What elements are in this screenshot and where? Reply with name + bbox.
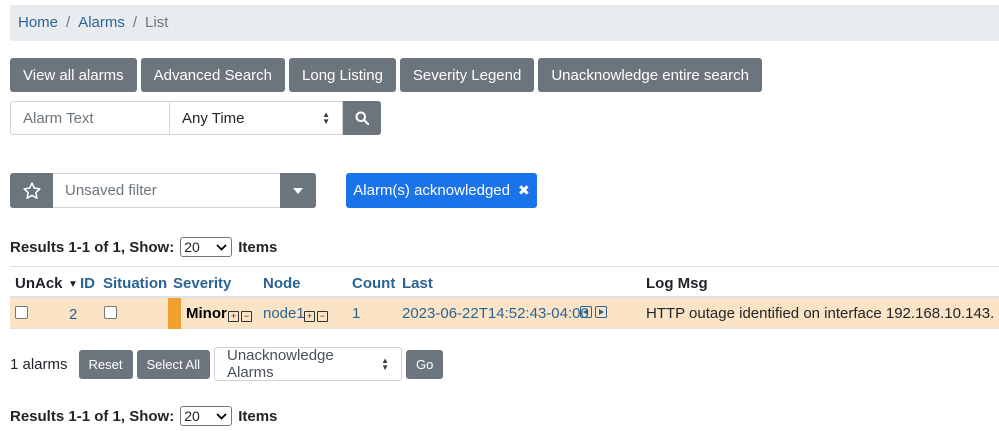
unacknowledge-entire-search-button[interactable]: Unacknowledge entire search bbox=[538, 58, 762, 92]
alarm-table: UnAck ▼ ID Situation Severity Node Count… bbox=[10, 266, 999, 329]
table-row: 2 Minor + − node1 + − 1 2023-06-22T14:52:4… bbox=[10, 298, 999, 329]
toolbar: View all alarms Advanced Search Long Lis… bbox=[10, 58, 762, 92]
results-suffix: Items bbox=[238, 407, 278, 425]
results-summary-top: Results 1-1 of 1, Show: 20 Items bbox=[10, 237, 277, 257]
after-filter-icon[interactable] bbox=[595, 306, 607, 318]
breadcrumb-separator: / bbox=[66, 14, 71, 31]
search-button[interactable] bbox=[343, 101, 381, 135]
advanced-search-button[interactable]: Advanced Search bbox=[140, 58, 286, 92]
severity-color-bar bbox=[168, 298, 181, 329]
col-id[interactable]: ID bbox=[80, 275, 95, 292]
alarm-count: 1 alarms bbox=[10, 355, 68, 373]
view-all-alarms-button[interactable]: View all alarms bbox=[10, 58, 137, 92]
breadcrumb: Home / Alarms / List bbox=[10, 5, 999, 41]
table-header: UnAck ▼ ID Situation Severity Node Count… bbox=[10, 266, 999, 298]
time-select[interactable]: Any Time ▲ ▼ bbox=[169, 101, 343, 135]
col-last[interactable]: Last bbox=[402, 275, 433, 292]
results-suffix: Items bbox=[238, 238, 278, 256]
breadcrumb-current: List bbox=[145, 14, 169, 31]
col-count[interactable]: Count bbox=[352, 275, 395, 292]
col-log-msg: Log Msg bbox=[646, 275, 708, 292]
bulk-action-select[interactable]: Unacknowledge Alarms ▲ ▼ bbox=[213, 347, 402, 381]
chevron-down-icon bbox=[216, 243, 227, 251]
col-unack: UnAck bbox=[15, 275, 63, 292]
plus-filter-icon[interactable]: + bbox=[228, 311, 239, 322]
col-node[interactable]: Node bbox=[263, 275, 301, 292]
page-size-value: 20 bbox=[184, 239, 200, 255]
time-select-value: Any Time bbox=[182, 109, 245, 127]
breadcrumb-separator: / bbox=[132, 14, 138, 31]
alarm-text-input[interactable]: Alarm Text bbox=[10, 101, 169, 135]
alarm-acknowledged-filter-chip[interactable]: Alarm(s) acknowledged ✖ bbox=[346, 173, 537, 208]
caret-down-icon bbox=[293, 187, 303, 194]
long-listing-button[interactable]: Long Listing bbox=[289, 58, 396, 92]
chevron-down-icon bbox=[216, 412, 227, 420]
plus-filter-icon[interactable]: + bbox=[304, 311, 315, 322]
results-summary-bottom: Results 1-1 of 1, Show: 20 Items bbox=[10, 406, 277, 426]
count-link[interactable]: 1 bbox=[352, 305, 360, 322]
severity-legend-button[interactable]: Severity Legend bbox=[399, 58, 535, 92]
sort-desc-icon: ▼ bbox=[68, 279, 78, 290]
alarm-id-link[interactable]: 2 bbox=[69, 306, 77, 323]
col-severity[interactable]: Severity bbox=[173, 275, 231, 292]
close-icon[interactable]: ✖ bbox=[518, 182, 530, 199]
bulk-actions: 1 alarms Reset Select All Unacknowledge … bbox=[10, 347, 444, 381]
search-row: Alarm Text Any Time ▲ ▼ bbox=[10, 101, 381, 135]
minus-filter-icon[interactable]: − bbox=[241, 311, 252, 322]
bulk-action-value: Unacknowledge Alarms bbox=[226, 347, 334, 381]
log-message: HTTP outage identified on interface 192.… bbox=[646, 305, 995, 322]
filter-dropdown-button[interactable] bbox=[280, 173, 316, 208]
severity-label: Minor bbox=[186, 305, 227, 322]
star-icon bbox=[22, 181, 41, 199]
last-time: 2023-06-22T14:52:43-04:00 bbox=[402, 305, 589, 322]
reset-button[interactable]: Reset bbox=[78, 349, 133, 379]
page-size-select[interactable]: 20 bbox=[180, 406, 233, 426]
chip-label: Alarm(s) acknowledged bbox=[353, 182, 510, 199]
results-text: Results 1-1 of 1, Show: bbox=[10, 238, 175, 256]
breadcrumb-alarms[interactable]: Alarms bbox=[78, 14, 125, 31]
before-filter-icon[interactable] bbox=[580, 306, 592, 318]
time-filter-icons bbox=[580, 306, 610, 318]
select-arrows-icon: ▲ ▼ bbox=[322, 110, 330, 126]
breadcrumb-home[interactable]: Home bbox=[18, 14, 58, 31]
filter-row: Unsaved filter bbox=[10, 173, 316, 208]
minus-filter-icon[interactable]: − bbox=[317, 311, 328, 322]
col-situation[interactable]: Situation bbox=[103, 275, 167, 292]
page-size-value: 20 bbox=[184, 408, 200, 424]
select-arrows-icon: ▲ ▼ bbox=[381, 356, 389, 372]
favorite-button[interactable] bbox=[10, 173, 53, 208]
filter-name-input[interactable]: Unsaved filter bbox=[53, 173, 280, 208]
select-all-button[interactable]: Select All bbox=[136, 349, 210, 379]
page-size-select[interactable]: 20 bbox=[180, 237, 233, 257]
results-text: Results 1-1 of 1, Show: bbox=[10, 407, 175, 425]
severity-filter-icons: + − bbox=[228, 306, 254, 323]
search-icon bbox=[355, 111, 369, 125]
situation-checkbox[interactable] bbox=[104, 306, 117, 319]
unack-checkbox[interactable] bbox=[15, 306, 28, 319]
node-filter-icons: + − bbox=[304, 306, 330, 323]
node-link[interactable]: node1 bbox=[263, 305, 305, 322]
go-button[interactable]: Go bbox=[405, 349, 444, 379]
